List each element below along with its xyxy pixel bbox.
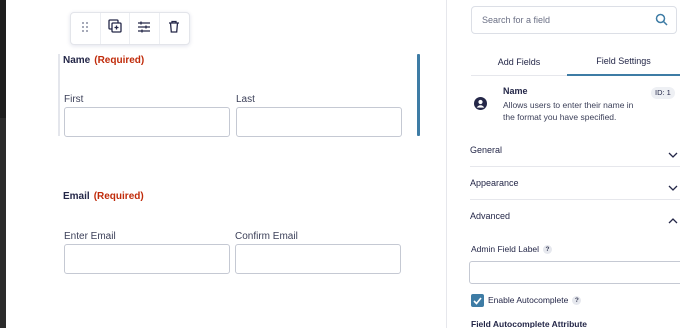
enable-autocomplete-checkbox[interactable] [471,294,484,307]
tabs-underline [471,75,567,76]
admin-field-label: Admin Field Label? [471,244,553,255]
autocomplete-attribute-label: Field Autocomplete Attribute [471,319,588,328]
field-left-border [58,54,60,136]
section-label: General [470,145,503,155]
help-icon[interactable]: ? [572,296,582,306]
last-name-input[interactable] [236,107,402,137]
section-advanced[interactable]: Advanced [470,201,680,233]
tab-field-settings[interactable]: Field Settings [567,48,680,76]
admin-field-label-input[interactable] [469,261,680,284]
enter-email-input[interactable] [64,244,230,274]
trash-icon [168,20,180,38]
panel-tabs: Add Fields Field Settings [471,48,680,76]
settings-panel: Add Fields Field Settings Name Allows us… [447,0,680,328]
field-toolbar [70,12,190,45]
settings-sliders-icon [137,20,151,38]
email-field-label: Email (Required) [63,191,144,202]
section-label: Advanced [470,211,511,221]
field-selected-indicator [417,54,420,136]
section-general[interactable]: General [470,135,680,167]
first-name-input[interactable] [64,107,230,137]
enable-autocomplete-label: Enable Autocomplete? [488,295,582,306]
chevron-down-icon [668,146,678,164]
enter-email-label: Enter Email [64,231,116,242]
duplicate-button[interactable] [101,13,130,44]
field-search [471,6,677,34]
field-settings-button[interactable] [130,13,160,44]
delete-button[interactable] [160,13,189,44]
drag-handle-button[interactable] [71,13,101,44]
form-canvas: Name (Required) First Last Email (Required… [6,0,446,328]
confirm-email-label: Confirm Email [235,231,298,242]
chevron-up-icon [668,212,678,230]
name-field-label: Name (Required) [63,55,145,66]
help-icon[interactable]: ? [543,245,553,255]
checkmark-icon [473,292,482,310]
user-circle-icon [474,97,487,115]
search-input[interactable] [472,7,652,33]
first-name-label: First [64,94,84,105]
section-label: Appearance [470,178,519,188]
required-indicator: (Required) [93,191,144,202]
field-id-badge: ID: 1 [651,87,675,99]
chevron-down-icon [668,179,678,197]
search-icon[interactable] [655,13,668,31]
duplicate-icon [108,19,122,38]
section-appearance[interactable]: Appearance [470,168,680,200]
last-name-label: Last [236,94,255,105]
tab-add-fields[interactable]: Add Fields [471,48,567,76]
field-type-title: Name [503,86,528,96]
confirm-email-input[interactable] [235,244,401,274]
required-indicator: (Required) [94,55,145,66]
drag-handle-icon [80,20,90,38]
field-type-description: Allows users to enter their name in the … [503,100,634,122]
